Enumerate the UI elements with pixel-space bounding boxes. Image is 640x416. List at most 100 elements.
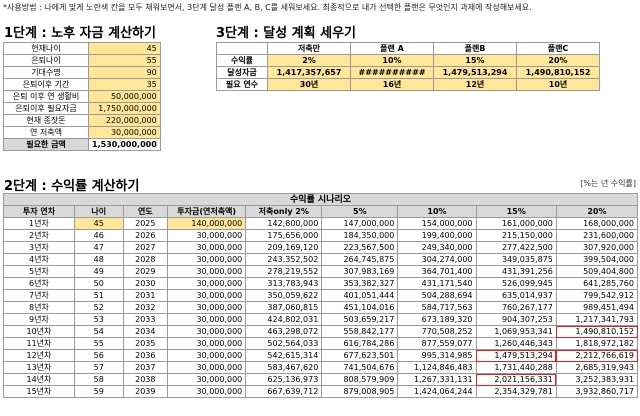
- scenario-cell: 350,059,622: [245, 289, 323, 302]
- table-row: 12년차 56 2036 30,000,000 542,615,314 677,623,5…: [3, 349, 639, 362]
- step3-row-label: 필요 연수: [216, 78, 268, 91]
- table-row: 10년차 54 2034 30,000,000 463,298,072 558,842,1…: [3, 325, 639, 338]
- scenario-cell: 147,000,000: [321, 217, 399, 230]
- scenario-cell: 47: [73, 241, 124, 254]
- scenario-cell: 2035: [122, 337, 169, 350]
- scenario-cell: 2,212,766,619: [555, 349, 639, 362]
- step3-value: 1,479,513,294: [433, 66, 517, 79]
- scenario-cell: 8년차: [3, 301, 75, 314]
- step3-value: 1,417,357,657: [267, 66, 351, 79]
- step1-value-input[interactable]: 45: [88, 42, 161, 55]
- scenario-cell: 387,060,815: [245, 301, 323, 314]
- step3-rate-input[interactable]: 20%: [516, 54, 600, 67]
- scenario-cell: 50: [73, 277, 124, 290]
- scenario-cell: 30,000,000: [167, 253, 247, 266]
- scenario-section-title: 수익률 시나리오: [3, 193, 638, 206]
- scenario-header: 저축only 2%: [245, 205, 323, 218]
- scenario-header: 5%: [321, 205, 399, 218]
- step1-value-input[interactable]: 35: [88, 78, 161, 91]
- step1-value-input[interactable]: 30,000,000: [88, 126, 161, 139]
- step3-row: 필요 연수 30년 16년 12년 10년: [216, 78, 600, 91]
- step1-value-input[interactable]: 50,000,000: [88, 90, 161, 103]
- scenario-cell: 2030: [122, 277, 169, 290]
- scenario-cell: 741,504,676: [321, 361, 399, 374]
- step1-total-value: 1,530,000,000: [88, 138, 161, 151]
- step3-rate-input[interactable]: 2%: [267, 54, 351, 67]
- scenario-cell: 154,000,000: [397, 217, 477, 230]
- step1-value-input[interactable]: 55: [88, 54, 161, 67]
- scenario-cell: 313,783,943: [245, 277, 323, 290]
- scenario-cell: 1년차: [3, 217, 75, 230]
- step1-value-input[interactable]: 90: [88, 66, 161, 79]
- scenario-cell: 30,000,000: [167, 241, 247, 254]
- step3-table: 저축만 플랜 A 플랜B 플랜C 수익률 2% 10% 15% 20% 달성자금 1,417,357…: [216, 42, 600, 91]
- step3-rate-input[interactable]: 15%: [433, 54, 517, 67]
- usage-instructions: *사용방법 : 나에게 맞게 노란색 칸을 모두 채워보면서, 3단계 달성 플…: [3, 3, 532, 12]
- scenario-cell: 223,567,500: [321, 241, 399, 254]
- scenario-cell: 175,656,000: [245, 229, 323, 242]
- scenario-cell: 30,000,000: [167, 301, 247, 314]
- step3-value: 1,490,810,152: [516, 66, 600, 79]
- scenario-cell: 2028: [122, 253, 169, 266]
- step3-value: ##########: [350, 66, 434, 79]
- step1-label: 은퇴이후 기간: [3, 78, 89, 91]
- scenario-cell: 30,000,000: [167, 373, 247, 386]
- scenario-cell: 46: [73, 229, 124, 242]
- scenario-cell: 2032: [122, 301, 169, 314]
- step1-title: 1단계 : 노후 자금 계산하기: [4, 26, 156, 41]
- table-row: 5년차 49 2029 30,000,000 278,219,552 307,983,16…: [3, 265, 639, 278]
- step1-total-label: 필요한 금액: [3, 138, 89, 151]
- scenario-header: 투자 연차: [3, 205, 75, 218]
- step3-header-row: 저축만 플랜 A 플랜B 플랜C: [216, 42, 600, 55]
- scenario-cell: 304,274,000: [397, 253, 477, 266]
- scenario-cell: 463,298,072: [245, 325, 323, 338]
- scenario-cell: 1,260,446,343: [475, 337, 557, 350]
- scenario-header: 투자금(연저축액): [167, 205, 247, 218]
- scenario-input-cell[interactable]: 140,000,000: [167, 217, 247, 230]
- step3-header: 플랜C: [516, 42, 600, 55]
- step1-table: 현재나이 45 은퇴나이 55 기대수명 90 은퇴이후 기간 35 은퇴 이후 연 생활비 50…: [3, 42, 161, 151]
- scenario-cell: 542,615,314: [245, 349, 323, 362]
- step3-rate-input[interactable]: 10%: [350, 54, 434, 67]
- scenario-cell: 30,000,000: [167, 361, 247, 374]
- scenario-cell: 667,639,712: [245, 385, 323, 398]
- scenario-cell: 1,069,953,341: [475, 325, 557, 338]
- step1-value-input[interactable]: 1,750,000,000: [88, 102, 161, 115]
- scenario-cell: 399,504,000: [555, 253, 639, 266]
- scenario-cell: 989,451,494: [555, 301, 639, 314]
- scenario-cell: 51: [73, 289, 124, 302]
- scenario-cell: 502,564,033: [245, 337, 323, 350]
- scenario-cell: 526,099,945: [475, 277, 557, 290]
- scenario-cell: 2038: [122, 373, 169, 386]
- step1-value-input[interactable]: 220,000,000: [88, 114, 161, 127]
- scenario-table: 수익률 시나리오 투자 연차 나이 연도 투자금(연저축액) 저축only 2% 5% 10…: [3, 193, 639, 398]
- scenario-cell: 7년차: [3, 289, 75, 302]
- scenario-cell: 808,579,909: [321, 373, 399, 386]
- step3-value: 30년: [267, 78, 351, 91]
- scenario-cell: 13년차: [3, 361, 75, 374]
- scenario-header: 연도: [122, 205, 169, 218]
- scenario-cell: 431,391,256: [475, 265, 557, 278]
- scenario-header: 나이: [73, 205, 124, 218]
- scenario-cell: 879,008,905: [321, 385, 399, 398]
- scenario-cell: 52: [73, 301, 124, 314]
- scenario-cell: 677,623,501: [321, 349, 399, 362]
- scenario-cell: 2029: [122, 265, 169, 278]
- scenario-cell: 504,288,694: [397, 289, 477, 302]
- scenario-input-cell[interactable]: 45: [73, 217, 124, 230]
- scenario-cell: 349,035,875: [475, 253, 557, 266]
- scenario-cell: 6년차: [3, 277, 75, 290]
- scenario-cell: 3년차: [3, 241, 75, 254]
- scenario-cell: 3,932,860,717: [555, 385, 639, 398]
- scenario-cell: 353,382,327: [321, 277, 399, 290]
- table-row: 2년차 46 2026 30,000,000 175,656,000 184,350,00…: [3, 229, 639, 242]
- step1-row: 은퇴 이후 연 생활비 50,000,000: [3, 90, 161, 103]
- step1-row: 현재나이 45: [3, 42, 161, 55]
- step2-title: 2단계 : 수익률 계산하기: [4, 179, 140, 194]
- scenario-cell: 2033: [122, 313, 169, 326]
- scenario-cell: 877,559,077: [397, 337, 477, 350]
- scenario-cell: 584,717,563: [397, 301, 477, 314]
- step3-row: 수익률 2% 10% 15% 20%: [216, 54, 600, 67]
- scenario-cell: 2,354,329,781: [475, 385, 557, 398]
- scenario-cell: 2년차: [3, 229, 75, 242]
